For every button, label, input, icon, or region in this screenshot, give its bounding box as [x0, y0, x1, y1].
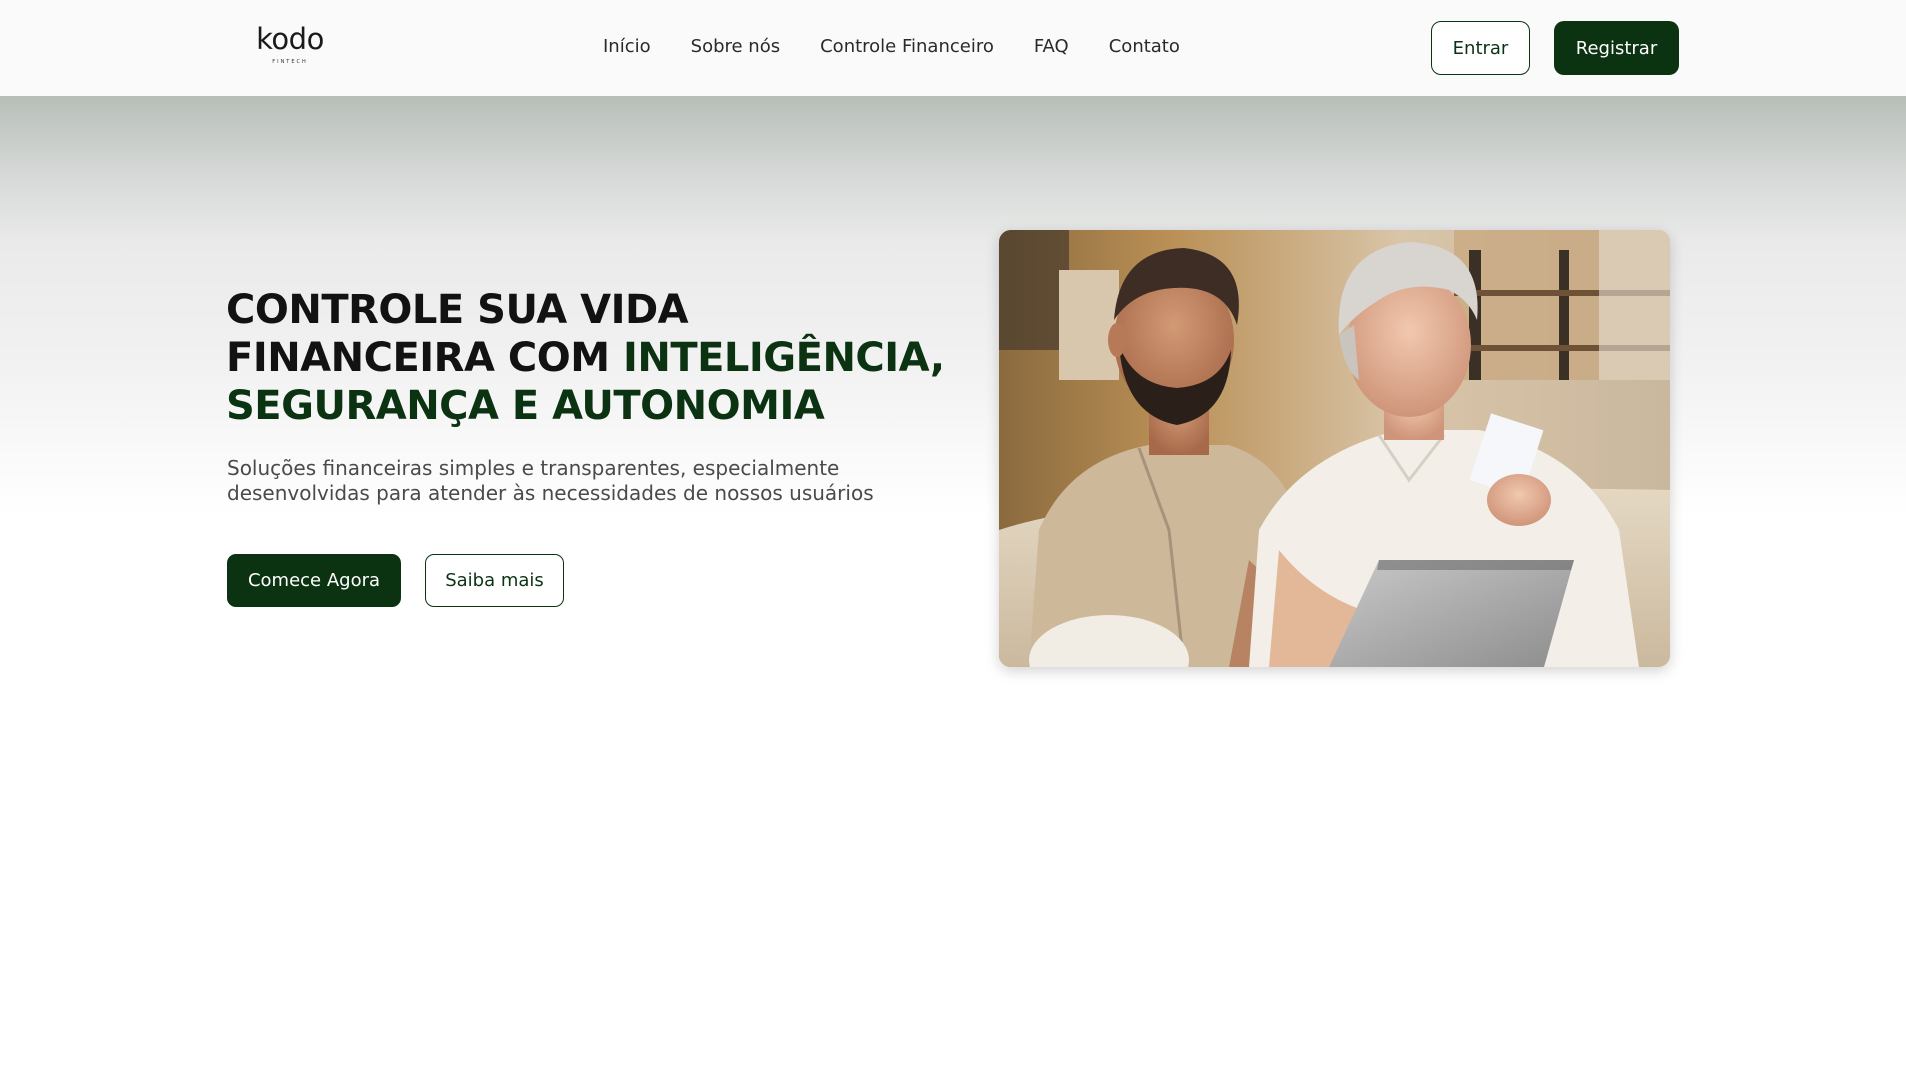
headline-accent-security: SEGURANÇA E AUTONOMIA — [226, 383, 825, 429]
headline-line-2-plain: FINANCEIRA COM — [226, 335, 623, 381]
main-nav: Início Sobre nós Controle Financeiro FAQ… — [603, 34, 1180, 60]
hero-headline: CONTROLE SUA VIDA FINANCEIRA COM INTELIG… — [226, 286, 966, 430]
headline-line-1: CONTROLE SUA VIDA — [226, 287, 689, 333]
photo-two-people-laptop-icon — [999, 230, 1670, 667]
learn-more-button[interactable]: Saiba mais — [425, 554, 564, 607]
nav-link-controle-financeiro[interactable]: Controle Financeiro — [820, 34, 994, 60]
top-navbar: kodo FINTECH Início Sobre nós Controle F… — [0, 0, 1906, 96]
logo-tagline: FINTECH — [272, 59, 308, 65]
subtitle-line-2: desenvolvidas para atender às necessidad… — [227, 481, 874, 505]
nav-link-contato[interactable]: Contato — [1109, 34, 1180, 60]
logo-wordmark: kodo — [256, 22, 324, 56]
nav-link-faq[interactable]: FAQ — [1034, 34, 1069, 60]
brand-logo[interactable]: kodo FINTECH — [255, 24, 325, 70]
landing-page: kodo FINTECH Início Sobre nós Controle F… — [0, 0, 1906, 1079]
headline-accent-intelligence: INTELIGÊNCIA, — [622, 335, 945, 381]
start-now-button[interactable]: Comece Agora — [227, 554, 401, 607]
login-button[interactable]: Entrar — [1431, 21, 1530, 75]
hero-subtitle: Soluções financeiras simples e transpare… — [227, 456, 927, 506]
subtitle-line-1: Soluções financeiras simples e transpare… — [227, 456, 840, 480]
nav-link-sobre-nos[interactable]: Sobre nós — [691, 34, 780, 60]
hero-photo — [999, 230, 1670, 667]
register-button[interactable]: Registrar — [1554, 21, 1679, 75]
nav-link-inicio[interactable]: Início — [603, 34, 651, 60]
